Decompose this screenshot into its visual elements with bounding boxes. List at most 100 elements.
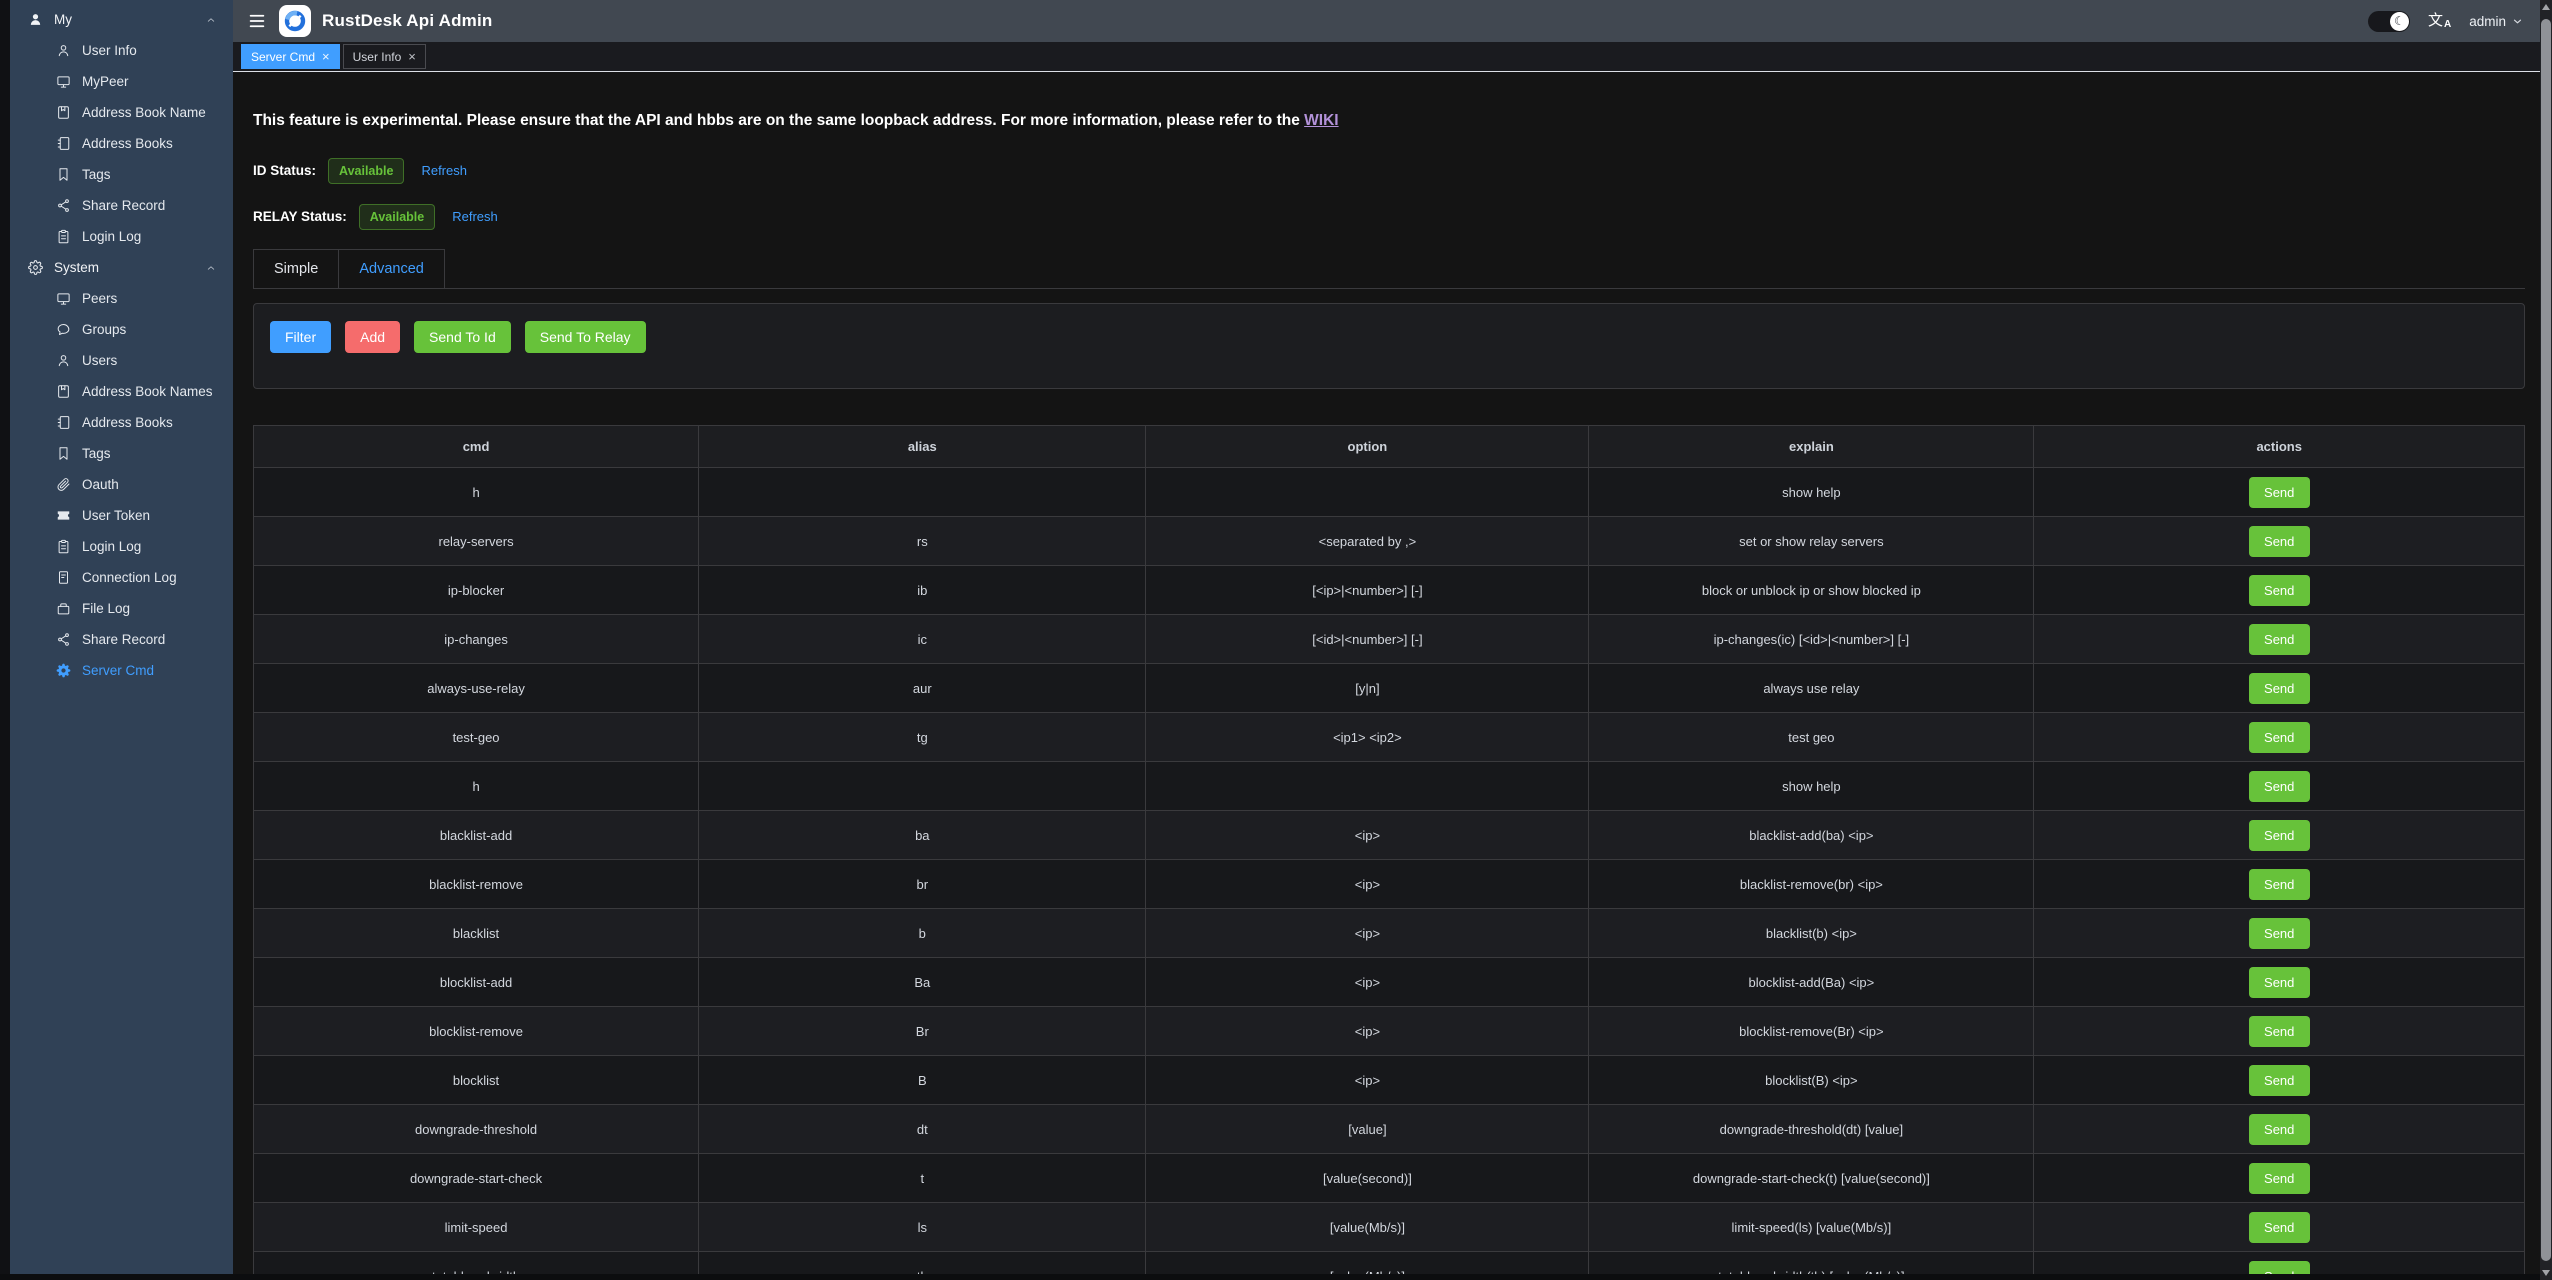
- send-button[interactable]: Send: [2249, 1114, 2310, 1145]
- theme-toggle[interactable]: ☾: [2368, 11, 2410, 32]
- chevron-up-icon: [205, 262, 217, 274]
- filter-button[interactable]: Filter: [270, 321, 331, 353]
- user-icon: [56, 43, 71, 58]
- relay-status-label: RELAY Status:: [253, 209, 347, 224]
- send-button[interactable]: Send: [2249, 967, 2310, 998]
- sidebar-item-file-log[interactable]: File Log: [10, 593, 233, 624]
- send-button[interactable]: Send: [2249, 820, 2310, 851]
- sidebar-item-address-books[interactable]: Address Books: [10, 128, 233, 159]
- sidebar-item-users[interactable]: Users: [10, 345, 233, 376]
- wiki-link[interactable]: WIKI: [1304, 112, 1338, 129]
- cell-explain: blacklist(b) <ip>: [1589, 909, 2034, 958]
- moon-icon: ☾: [2390, 12, 2409, 31]
- tab-server-cmd[interactable]: Server Cmd ×: [241, 44, 340, 69]
- column-header-actions: actions: [2034, 426, 2525, 468]
- command-table-body: hshow helpSendrelay-serversrs<separated …: [254, 468, 2525, 1280]
- scroll-up-arrow-icon[interactable]: [2542, 4, 2550, 10]
- chevron-up-icon: [205, 14, 217, 26]
- column-header-alias: alias: [699, 426, 1146, 468]
- tab-advanced-label: Advanced: [359, 261, 424, 277]
- scroll-down-arrow-icon[interactable]: [2542, 1270, 2550, 1276]
- cell-actions: Send: [2034, 615, 2525, 664]
- command-table: cmdaliasoptionexplainactions hshow helpS…: [253, 425, 2525, 1280]
- sidebar-item-oauth[interactable]: Oauth: [10, 469, 233, 500]
- sidebar-item-label: User Token: [82, 508, 150, 523]
- sidebar-item-address-book-names[interactable]: Address Book Names: [10, 376, 233, 407]
- scrollbar-thumb[interactable]: [2541, 19, 2551, 1261]
- send-button[interactable]: Send: [2249, 918, 2310, 949]
- send-button[interactable]: Send: [2249, 575, 2310, 606]
- tab-label: Server Cmd: [251, 50, 315, 64]
- experimental-notice: This feature is experimental. Please ens…: [253, 112, 2525, 130]
- translate-icon[interactable]: 文A: [2428, 13, 2451, 30]
- cell-alias: aur: [699, 664, 1146, 713]
- user-menu-label: admin: [2469, 14, 2506, 29]
- tab-advanced[interactable]: Advanced: [339, 249, 445, 289]
- menu-fold-icon[interactable]: [248, 12, 266, 30]
- sidebar-item-address-book-name[interactable]: Address Book Name: [10, 97, 233, 128]
- cell-cmd: downgrade-threshold: [254, 1105, 699, 1154]
- sidebar-item-share-record[interactable]: Share Record: [10, 190, 233, 221]
- cell-option: [y|n]: [1146, 664, 1589, 713]
- tab-simple[interactable]: Simple: [253, 249, 339, 289]
- user-menu[interactable]: admin: [2469, 14, 2524, 29]
- user-filled-icon: [28, 12, 43, 27]
- sidebar-item-peers[interactable]: Peers: [10, 283, 233, 314]
- id-status-refresh-link[interactable]: Refresh: [421, 163, 467, 178]
- book-icon: [56, 105, 71, 120]
- sidebar-item-label: Groups: [82, 322, 126, 337]
- tab-user-info[interactable]: User Info ×: [343, 44, 426, 69]
- cell-cmd: blocklist-remove: [254, 1007, 699, 1056]
- sidebar-item-groups[interactable]: Groups: [10, 314, 233, 345]
- cell-alias: Br: [699, 1007, 1146, 1056]
- sidebar-section-my[interactable]: My: [10, 4, 233, 35]
- cell-explain: show help: [1589, 468, 2034, 517]
- cell-alias: B: [699, 1056, 1146, 1105]
- sidebar-item-label: Address Book Names: [82, 384, 213, 399]
- send-button[interactable]: Send: [2249, 477, 2310, 508]
- send-button[interactable]: Send: [2249, 1016, 2310, 1047]
- send-button[interactable]: Send: [2249, 1212, 2310, 1243]
- sidebar-item-tags[interactable]: Tags: [10, 159, 233, 190]
- send-button[interactable]: Send: [2249, 771, 2310, 802]
- sidebar-item-tags[interactable]: Tags: [10, 438, 233, 469]
- sidebar-item-label: Address Books: [82, 415, 173, 430]
- sidebar-item-connection-log[interactable]: Connection Log: [10, 562, 233, 593]
- sidebar-section-system[interactable]: System: [10, 252, 233, 283]
- send-button[interactable]: Send: [2249, 526, 2310, 557]
- close-tab-icon[interactable]: ×: [408, 50, 416, 63]
- sidebar-item-label: User Info: [82, 43, 137, 58]
- send-to-relay-button[interactable]: Send To Relay: [525, 321, 646, 353]
- sidebar-item-server-cmd[interactable]: Server Cmd: [10, 655, 233, 686]
- send-button[interactable]: Send: [2249, 624, 2310, 655]
- send-button[interactable]: Send: [2249, 673, 2310, 704]
- send-to-id-button[interactable]: Send To Id: [414, 321, 511, 353]
- send-button[interactable]: Send: [2249, 1163, 2310, 1194]
- cell-cmd: ip-blocker: [254, 566, 699, 615]
- relay-status-refresh-link[interactable]: Refresh: [452, 209, 498, 224]
- add-button[interactable]: Add: [345, 321, 400, 353]
- page-content: This feature is experimental. Please ens…: [233, 72, 2540, 1280]
- sidebar-item-mypeer[interactable]: MyPeer: [10, 66, 233, 97]
- document-icon: [56, 570, 71, 585]
- table-row: blacklist-addba<ip>blacklist-add(ba) <ip…: [254, 811, 2525, 860]
- sidebar-item-user-token[interactable]: User Token: [10, 500, 233, 531]
- sidebar-item-label: Share Record: [82, 632, 165, 647]
- table-row: blacklist-removebr<ip>blacklist-remove(b…: [254, 860, 2525, 909]
- sidebar-item-share-record[interactable]: Share Record: [10, 624, 233, 655]
- sidebar-item-address-books[interactable]: Address Books: [10, 407, 233, 438]
- sidebar-item-user-info[interactable]: User Info: [10, 35, 233, 66]
- sidebar-item-login-log[interactable]: Login Log: [10, 221, 233, 252]
- cell-cmd: blacklist-remove: [254, 860, 699, 909]
- cell-actions: Send: [2034, 958, 2525, 1007]
- send-button[interactable]: Send: [2249, 1065, 2310, 1096]
- sidebar-item-label: Connection Log: [82, 570, 177, 585]
- cell-alias: ic: [699, 615, 1146, 664]
- send-button[interactable]: Send: [2249, 722, 2310, 753]
- sidebar-item-login-log[interactable]: Login Log: [10, 531, 233, 562]
- close-tab-icon[interactable]: ×: [322, 50, 330, 63]
- sidebar-item-label: Login Log: [82, 229, 141, 244]
- send-button[interactable]: Send: [2249, 869, 2310, 900]
- cell-explain: downgrade-start-check(t) [value(second)]: [1589, 1154, 2034, 1203]
- horizontal-scrollbar[interactable]: [0, 1274, 2540, 1280]
